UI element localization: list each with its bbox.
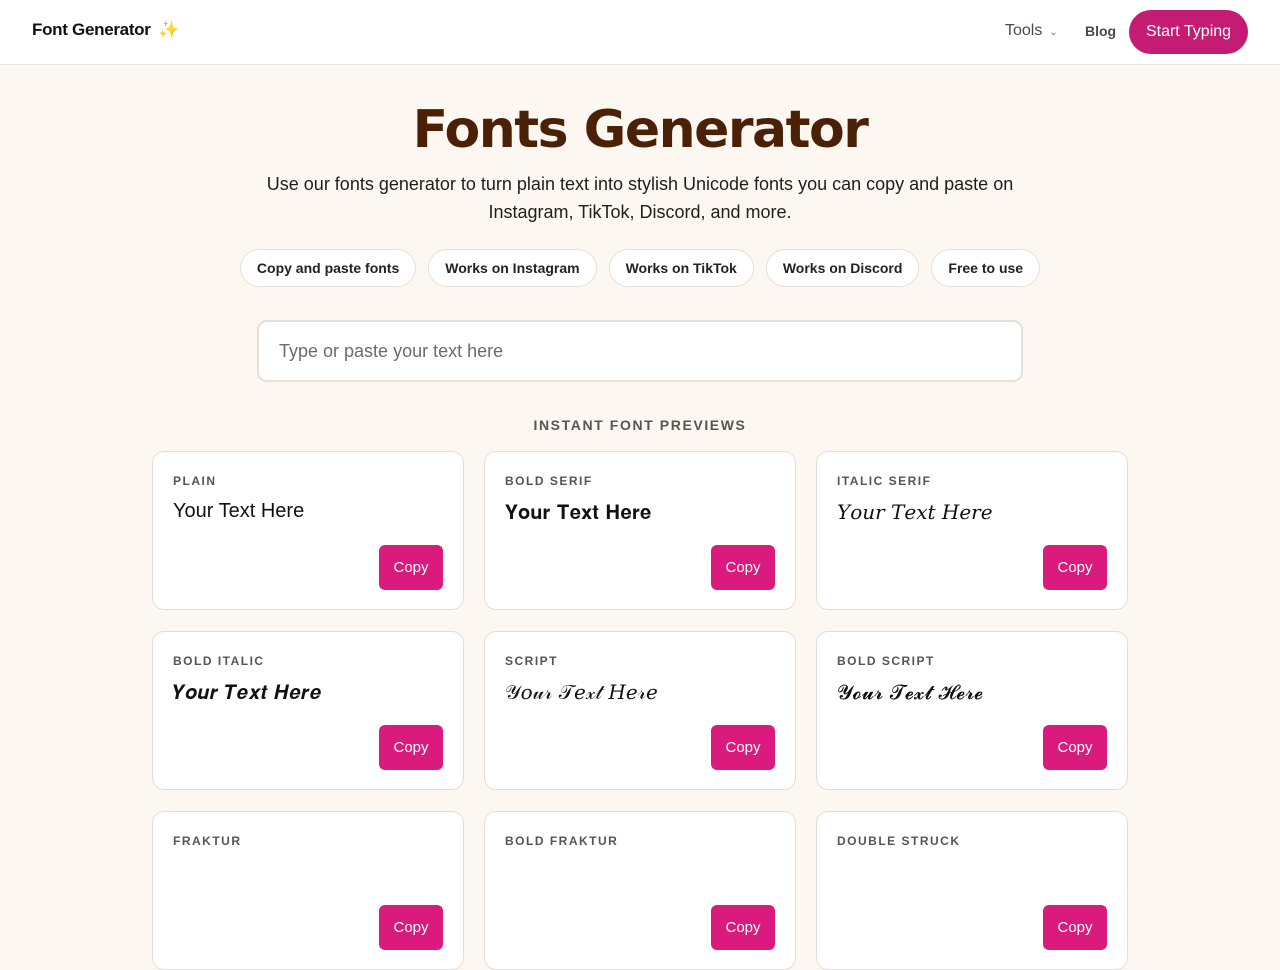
card-label: PLAIN [173,474,217,488]
font-card-bold-italic: BOLD ITALIC 𝒀𝒐𝒖𝒓 𝑻𝒆𝒙𝒕 𝑯𝒆𝒓𝒆 Copy [152,631,464,790]
font-card-bold-script: BOLD SCRIPT 𝓨𝓸𝓾𝓻 𝓣𝓮𝔁𝓽 𝓗𝓮𝓻𝓮 Copy [816,631,1128,790]
font-card-italic-serif: ITALIC SERIF 𝑌𝑜𝑢𝑟 𝑇𝑒𝑥𝑡 𝐻𝑒𝑟𝑒 Copy [816,451,1128,610]
pill-free: Free to use [931,249,1041,287]
nav-tools-label: Tools [1005,22,1043,39]
copy-button[interactable]: Copy [711,905,775,950]
section-label: INSTANT FONT PREVIEWS [533,417,747,433]
card-label: FRAKTUR [173,834,242,848]
feature-pills: Copy and paste fonts Works on Instagram … [0,249,1280,287]
card-label: BOLD ITALIC [173,654,265,668]
text-input-container [257,320,1023,382]
card-label: DOUBLE STRUCK [837,834,961,848]
chevron-down-icon: ⌄ [1049,26,1058,38]
copy-button[interactable]: Copy [711,725,775,770]
pill-tiktok: Works on TikTok [608,249,754,287]
pill-instagram: Works on Instagram [428,249,597,287]
card-label: SCRIPT [505,654,559,668]
copy-button[interactable]: Copy [379,545,443,590]
font-card-bold-serif: BOLD SERIF 𝐘𝐨𝐮𝐫 𝐓𝐞𝐱𝐭 𝐇𝐞𝐫𝐞 Copy [484,451,796,610]
copy-button[interactable]: Copy [711,545,775,590]
card-preview: 𝒴𝑜𝓊𝓇 𝒯𝑒𝓍𝓉 𝐻𝑒𝓇𝑒 [505,680,658,704]
card-label: ITALIC SERIF [837,474,932,488]
card-preview: 𝐘𝐨𝐮𝐫 𝐓𝐞𝐱𝐭 𝐇𝐞𝐫𝐞 [505,500,652,524]
font-preview-grid: PLAIN Your Text Here Copy BOLD SERIF 𝐘𝐨𝐮… [152,451,1128,970]
card-label: BOLD SERIF [505,474,593,488]
card-preview: 𝒀𝒐𝒖𝒓 𝑻𝒆𝒙𝒕 𝑯𝒆𝒓𝒆 [173,680,322,704]
brand-logo[interactable]: Font Generator ✨ [32,20,179,40]
copy-button[interactable]: Copy [379,725,443,770]
font-card-double-struck: DOUBLE STRUCK Copy [816,811,1128,970]
font-card-script: SCRIPT 𝒴𝑜𝓊𝓇 𝒯𝑒𝓍𝓉 𝐻𝑒𝓇𝑒 Copy [484,631,796,790]
pill-discord: Works on Discord [765,249,920,287]
card-label: BOLD FRAKTUR [505,834,619,848]
page-subtitle: Use our fonts generator to turn plain te… [266,174,1014,222]
copy-button[interactable]: Copy [1043,545,1107,590]
start-typing-button[interactable]: Start Typing [1129,10,1248,54]
card-label: BOLD SCRIPT [837,654,935,668]
font-card-plain: PLAIN Your Text Here Copy [152,451,464,610]
nav-tools-dropdown[interactable]: Tools ⌄ [1005,22,1058,40]
copy-button[interactable]: Copy [379,905,443,950]
top-navbar: Font Generator ✨ Tools ⌄ Blog Start Typi… [0,0,1280,65]
page-title: Fonts Generator [412,100,869,160]
nav-blog-link[interactable]: Blog [1085,23,1116,39]
brand-name: Font Generator [32,20,151,39]
card-preview: Your Text Here [173,500,305,522]
sparkles-icon: ✨ [158,20,179,39]
copy-button[interactable]: Copy [1043,725,1107,770]
font-card-bold-fraktur: BOLD FRAKTUR Copy [484,811,796,970]
font-card-fraktur: FRAKTUR Copy [152,811,464,970]
card-preview: 𝓨𝓸𝓾𝓻 𝓣𝓮𝔁𝓽 𝓗𝓮𝓻𝓮 [837,680,984,704]
card-preview: 𝑌𝑜𝑢𝑟 𝑇𝑒𝑥𝑡 𝐻𝑒𝑟𝑒 [837,500,993,524]
text-input[interactable] [259,322,1021,380]
copy-button[interactable]: Copy [1043,905,1107,950]
pill-copy-paste: Copy and paste fonts [239,249,417,287]
